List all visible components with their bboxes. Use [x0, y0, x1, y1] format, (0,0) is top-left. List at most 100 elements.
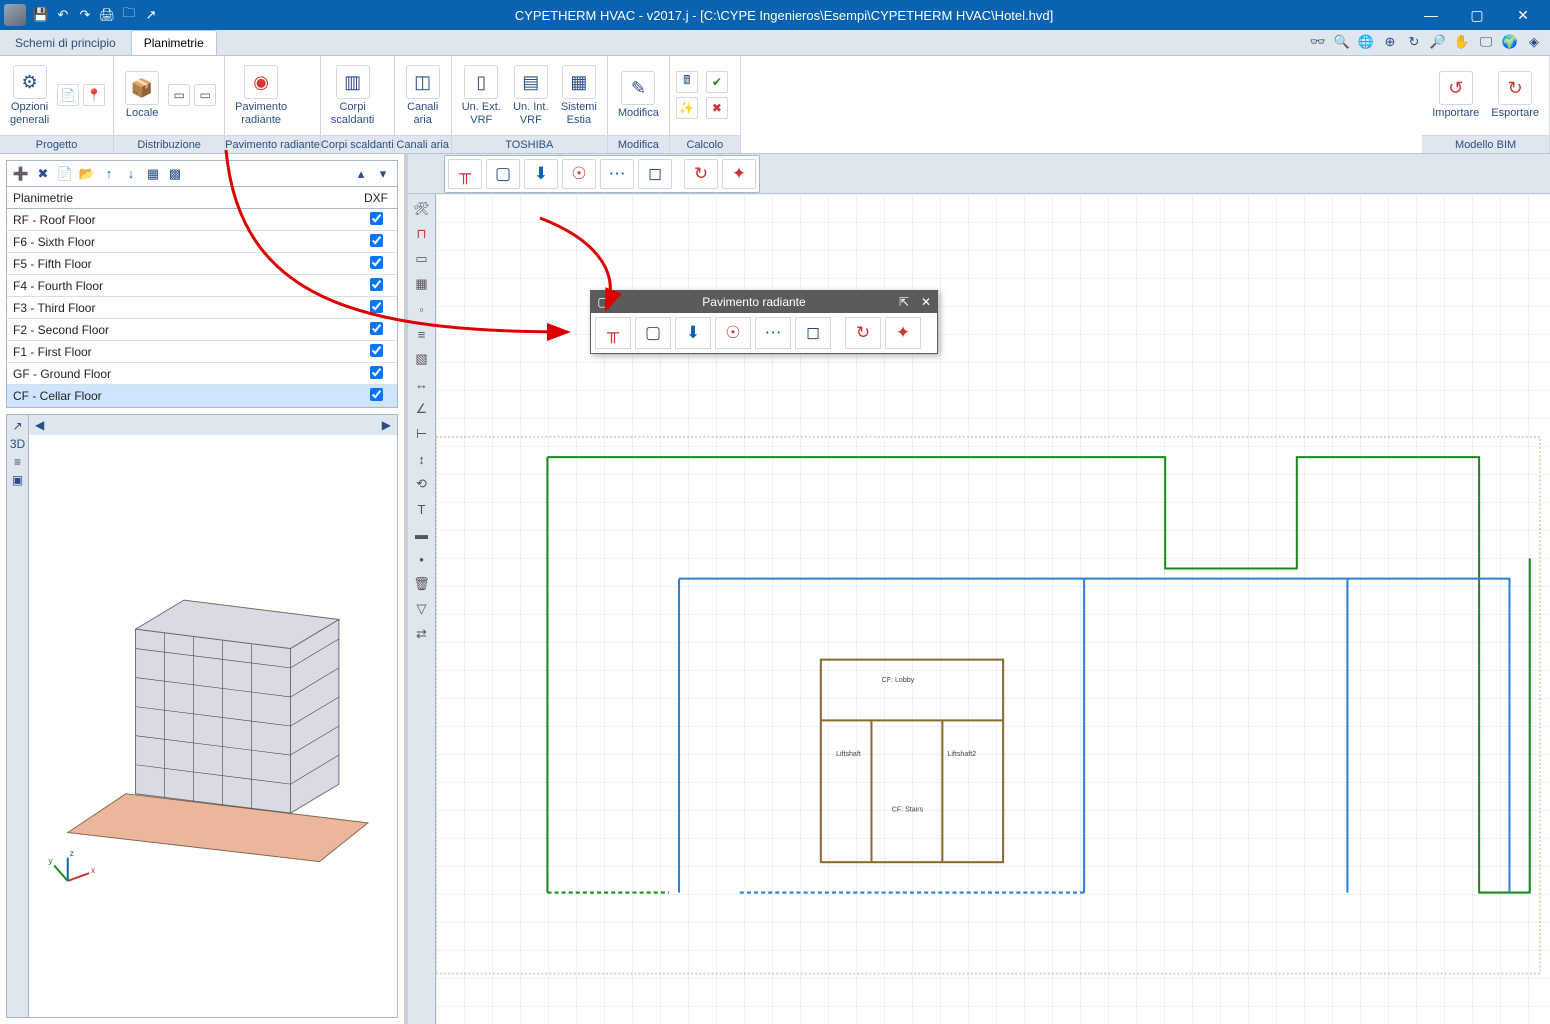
- angle-icon[interactable]: ∠: [411, 398, 433, 420]
- solid-icon[interactable]: ▣: [12, 473, 23, 487]
- orbit-icon[interactable]: ↗: [12, 419, 22, 433]
- measure-icon[interactable]: ↔: [411, 373, 433, 395]
- planimetrie-row[interactable]: F6 - Sixth Floor: [7, 231, 397, 253]
- cancel-icon[interactable]: ✖: [706, 97, 728, 119]
- btn-importare[interactable]: ↺Importare: [1428, 69, 1483, 121]
- row-dxf-checkbox[interactable]: [370, 300, 383, 313]
- magnet-icon[interactable]: ⊓: [411, 223, 433, 245]
- btn-canali-aria[interactable]: ◫ Canali aria: [401, 63, 445, 127]
- world-icon[interactable]: 🌍: [1500, 32, 1520, 52]
- tab-schemi[interactable]: Schemi di principio: [2, 30, 129, 55]
- btn-esportare[interactable]: ↻Esportare: [1487, 69, 1543, 121]
- autocad-icon[interactable]: ▧: [411, 348, 433, 370]
- float-dash-icon[interactable]: ⋯: [755, 317, 791, 349]
- planimetrie-row[interactable]: F3 - Third Floor: [7, 297, 397, 319]
- planimetrie-row[interactable]: GF - Ground Floor: [7, 363, 397, 385]
- planimetrie-row[interactable]: F2 - Second Floor: [7, 319, 397, 341]
- spiral-icon[interactable]: ☉: [562, 159, 596, 189]
- flip-icon[interactable]: ⇄: [411, 623, 433, 645]
- float-manifold-icon[interactable]: ╥: [595, 317, 631, 349]
- row-dxf-checkbox[interactable]: [370, 256, 383, 269]
- redo-icon[interactable]: ↷: [76, 6, 94, 24]
- floating-radiant-toolbar[interactable]: ▢ Pavimento radiante ⇱ ✕ ╥ ▢ ⬇ ☉ ⋯ ◻ ↻: [590, 290, 938, 354]
- btn-modifica[interactable]: ✎Modifica: [614, 69, 663, 121]
- open-icon[interactable]: 📂: [77, 164, 97, 184]
- collapse-down-icon[interactable]: ▾: [373, 164, 393, 184]
- pin-icon[interactable]: 📍: [83, 84, 105, 106]
- planimetrie-row[interactable]: F5 - Fifth Floor: [7, 253, 397, 275]
- row-dxf-checkbox[interactable]: [370, 366, 383, 379]
- text-icon[interactable]: T: [411, 498, 433, 520]
- maximize-button[interactable]: ▢: [1454, 0, 1500, 30]
- planimetrie-row[interactable]: CF - Cellar Floor: [7, 385, 397, 407]
- float-new-icon[interactable]: ✦: [885, 317, 921, 349]
- wall-icon[interactable]: ▬: [411, 523, 433, 545]
- tab-planimetrie[interactable]: Planimetrie: [131, 30, 217, 55]
- tools-icon[interactable]: 🛠: [411, 198, 433, 220]
- copy-icon[interactable]: 📄: [55, 164, 75, 184]
- refresh-spiral-icon[interactable]: ↻: [684, 159, 718, 189]
- small-icon-2[interactable]: ▭: [194, 84, 216, 106]
- float-grip-icon[interactable]: ▢: [591, 295, 615, 309]
- up-icon[interactable]: ↑: [99, 164, 119, 184]
- wand-icon[interactable]: ✨: [676, 97, 698, 119]
- snap-icon[interactable]: ◦: [411, 298, 433, 320]
- layers-icon[interactable]: ◈: [1524, 32, 1544, 52]
- float-titlebar[interactable]: ▢ Pavimento radiante ⇱ ✕: [591, 291, 937, 313]
- float-close-icon[interactable]: ✕: [915, 295, 937, 309]
- zoom-icon[interactable]: 🔍: [1332, 32, 1352, 52]
- box-icon[interactable]: ▢: [486, 159, 520, 189]
- rect-icon[interactable]: ▭: [411, 248, 433, 270]
- new-spiral-icon[interactable]: ✦: [722, 159, 756, 189]
- down-arrow-icon[interactable]: ⬇: [524, 159, 558, 189]
- row-dxf-checkbox[interactable]: [370, 278, 383, 291]
- zoom-reset-icon[interactable]: ⊕: [1380, 32, 1400, 52]
- screen-icon[interactable]: 🖵: [1476, 32, 1496, 52]
- btn-unita-ext-vrf[interactable]: ▯Un. Ext. VRF: [458, 63, 505, 127]
- row-dxf-checkbox[interactable]: [370, 344, 383, 357]
- check-icon[interactable]: ✔: [706, 71, 728, 93]
- btn-corpi-scaldanti[interactable]: ▥ Corpi scaldanti: [327, 63, 378, 127]
- 3d-scene[interactable]: x y z: [29, 435, 397, 1017]
- btn-opzioni-generali[interactable]: ⚙ Opzioni generali: [6, 63, 53, 127]
- point-icon[interactable]: •: [411, 548, 433, 570]
- layers-icon[interactable]: ≡: [14, 455, 21, 469]
- hand-icon[interactable]: ✋: [1452, 32, 1472, 52]
- row-dxf-checkbox[interactable]: [370, 388, 383, 401]
- planimetrie-row[interactable]: RF - Roof Floor: [7, 209, 397, 231]
- misc-icon[interactable]: ▩: [165, 164, 185, 184]
- drawing-canvas[interactable]: CF: Lobby Liftshaft Liftshaft2 CF: Stair…: [436, 194, 1550, 1024]
- dxf-icon[interactable]: ▦: [143, 164, 163, 184]
- doc-icon[interactable]: 📄: [57, 84, 79, 106]
- save-icon[interactable]: 💾: [32, 6, 50, 24]
- delete-icon[interactable]: ✖: [33, 164, 53, 184]
- float-box-icon[interactable]: ▢: [635, 317, 671, 349]
- btn-pavimento-radiante[interactable]: ◉ Pavimento radiante: [231, 63, 291, 127]
- btn-unita-int-vrf[interactable]: ▤Un. Int. VRF: [509, 63, 553, 127]
- 3d-icon[interactable]: 3D: [10, 437, 25, 451]
- down-icon[interactable]: ↓: [121, 164, 141, 184]
- planimetrie-row[interactable]: F4 - Fourth Floor: [7, 275, 397, 297]
- btn-sistemi-estia[interactable]: ▦Sistemi Estia: [557, 63, 601, 127]
- manifold-icon[interactable]: ╥: [448, 159, 482, 189]
- float-down-icon[interactable]: ⬇: [675, 317, 711, 349]
- float-square-icon[interactable]: ◻: [795, 317, 831, 349]
- funnel-icon[interactable]: ▽: [411, 598, 433, 620]
- dash-icon[interactable]: ⋯: [600, 159, 634, 189]
- next-icon[interactable]: ▶: [382, 418, 391, 432]
- export-icon[interactable]: ↗: [142, 6, 160, 24]
- zoom2-icon[interactable]: 🔎: [1428, 32, 1448, 52]
- row-dxf-checkbox[interactable]: [370, 212, 383, 225]
- square-icon[interactable]: ◻: [638, 159, 672, 189]
- undo-icon[interactable]: ↶: [54, 6, 72, 24]
- rotate-icon[interactable]: ⟲: [411, 473, 433, 495]
- small-icon-1[interactable]: ▭: [168, 84, 190, 106]
- dim-icon[interactable]: ⊢: [411, 423, 433, 445]
- float-refresh-icon[interactable]: ↻: [845, 317, 881, 349]
- layers-icon[interactable]: ≡: [411, 323, 433, 345]
- row-dxf-checkbox[interactable]: [370, 322, 383, 335]
- grid-icon[interactable]: ▦: [411, 273, 433, 295]
- close-button[interactable]: ✕: [1500, 0, 1546, 30]
- open-icon[interactable]: 🗀: [120, 6, 138, 24]
- planimetrie-row[interactable]: F1 - First Floor: [7, 341, 397, 363]
